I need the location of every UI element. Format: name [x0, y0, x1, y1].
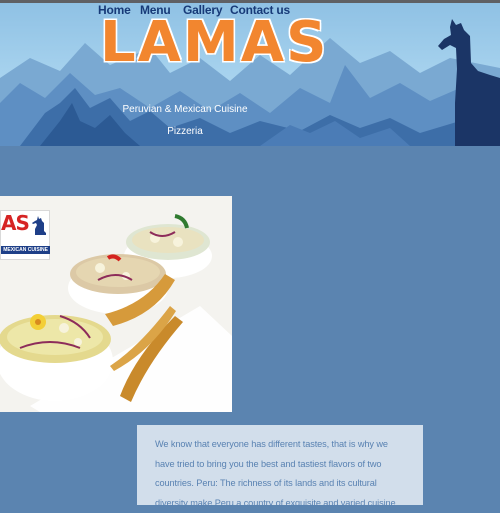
- tagline: Peruvian & Mexican Cuisine: [122, 104, 248, 115]
- about-card: We know that everyone has different tast…: [137, 425, 423, 508]
- badge-title: AS: [1, 211, 30, 235]
- hero-header: LAMAS Peruvian & Mexican Cuisine Pizzeri…: [0, 3, 500, 146]
- food-photo: AS MEXICAN CUISINE: [0, 196, 232, 412]
- nav-menu[interactable]: Menu: [140, 3, 171, 17]
- nav-contact-us[interactable]: Contact us: [230, 3, 290, 17]
- nav-gallery[interactable]: Gallery: [183, 3, 222, 17]
- restaurant-logo-badge: AS MEXICAN CUISINE: [0, 210, 50, 260]
- brand-logo[interactable]: LAMAS: [100, 15, 326, 71]
- main-nav: Home Menu Gallery Contact us: [0, 3, 500, 21]
- badge-subtitle: MEXICAN CUISINE: [1, 246, 50, 254]
- subtagline: Pizzeria: [167, 126, 203, 137]
- llama-icon: [32, 216, 46, 235]
- nav-home[interactable]: Home: [98, 3, 131, 17]
